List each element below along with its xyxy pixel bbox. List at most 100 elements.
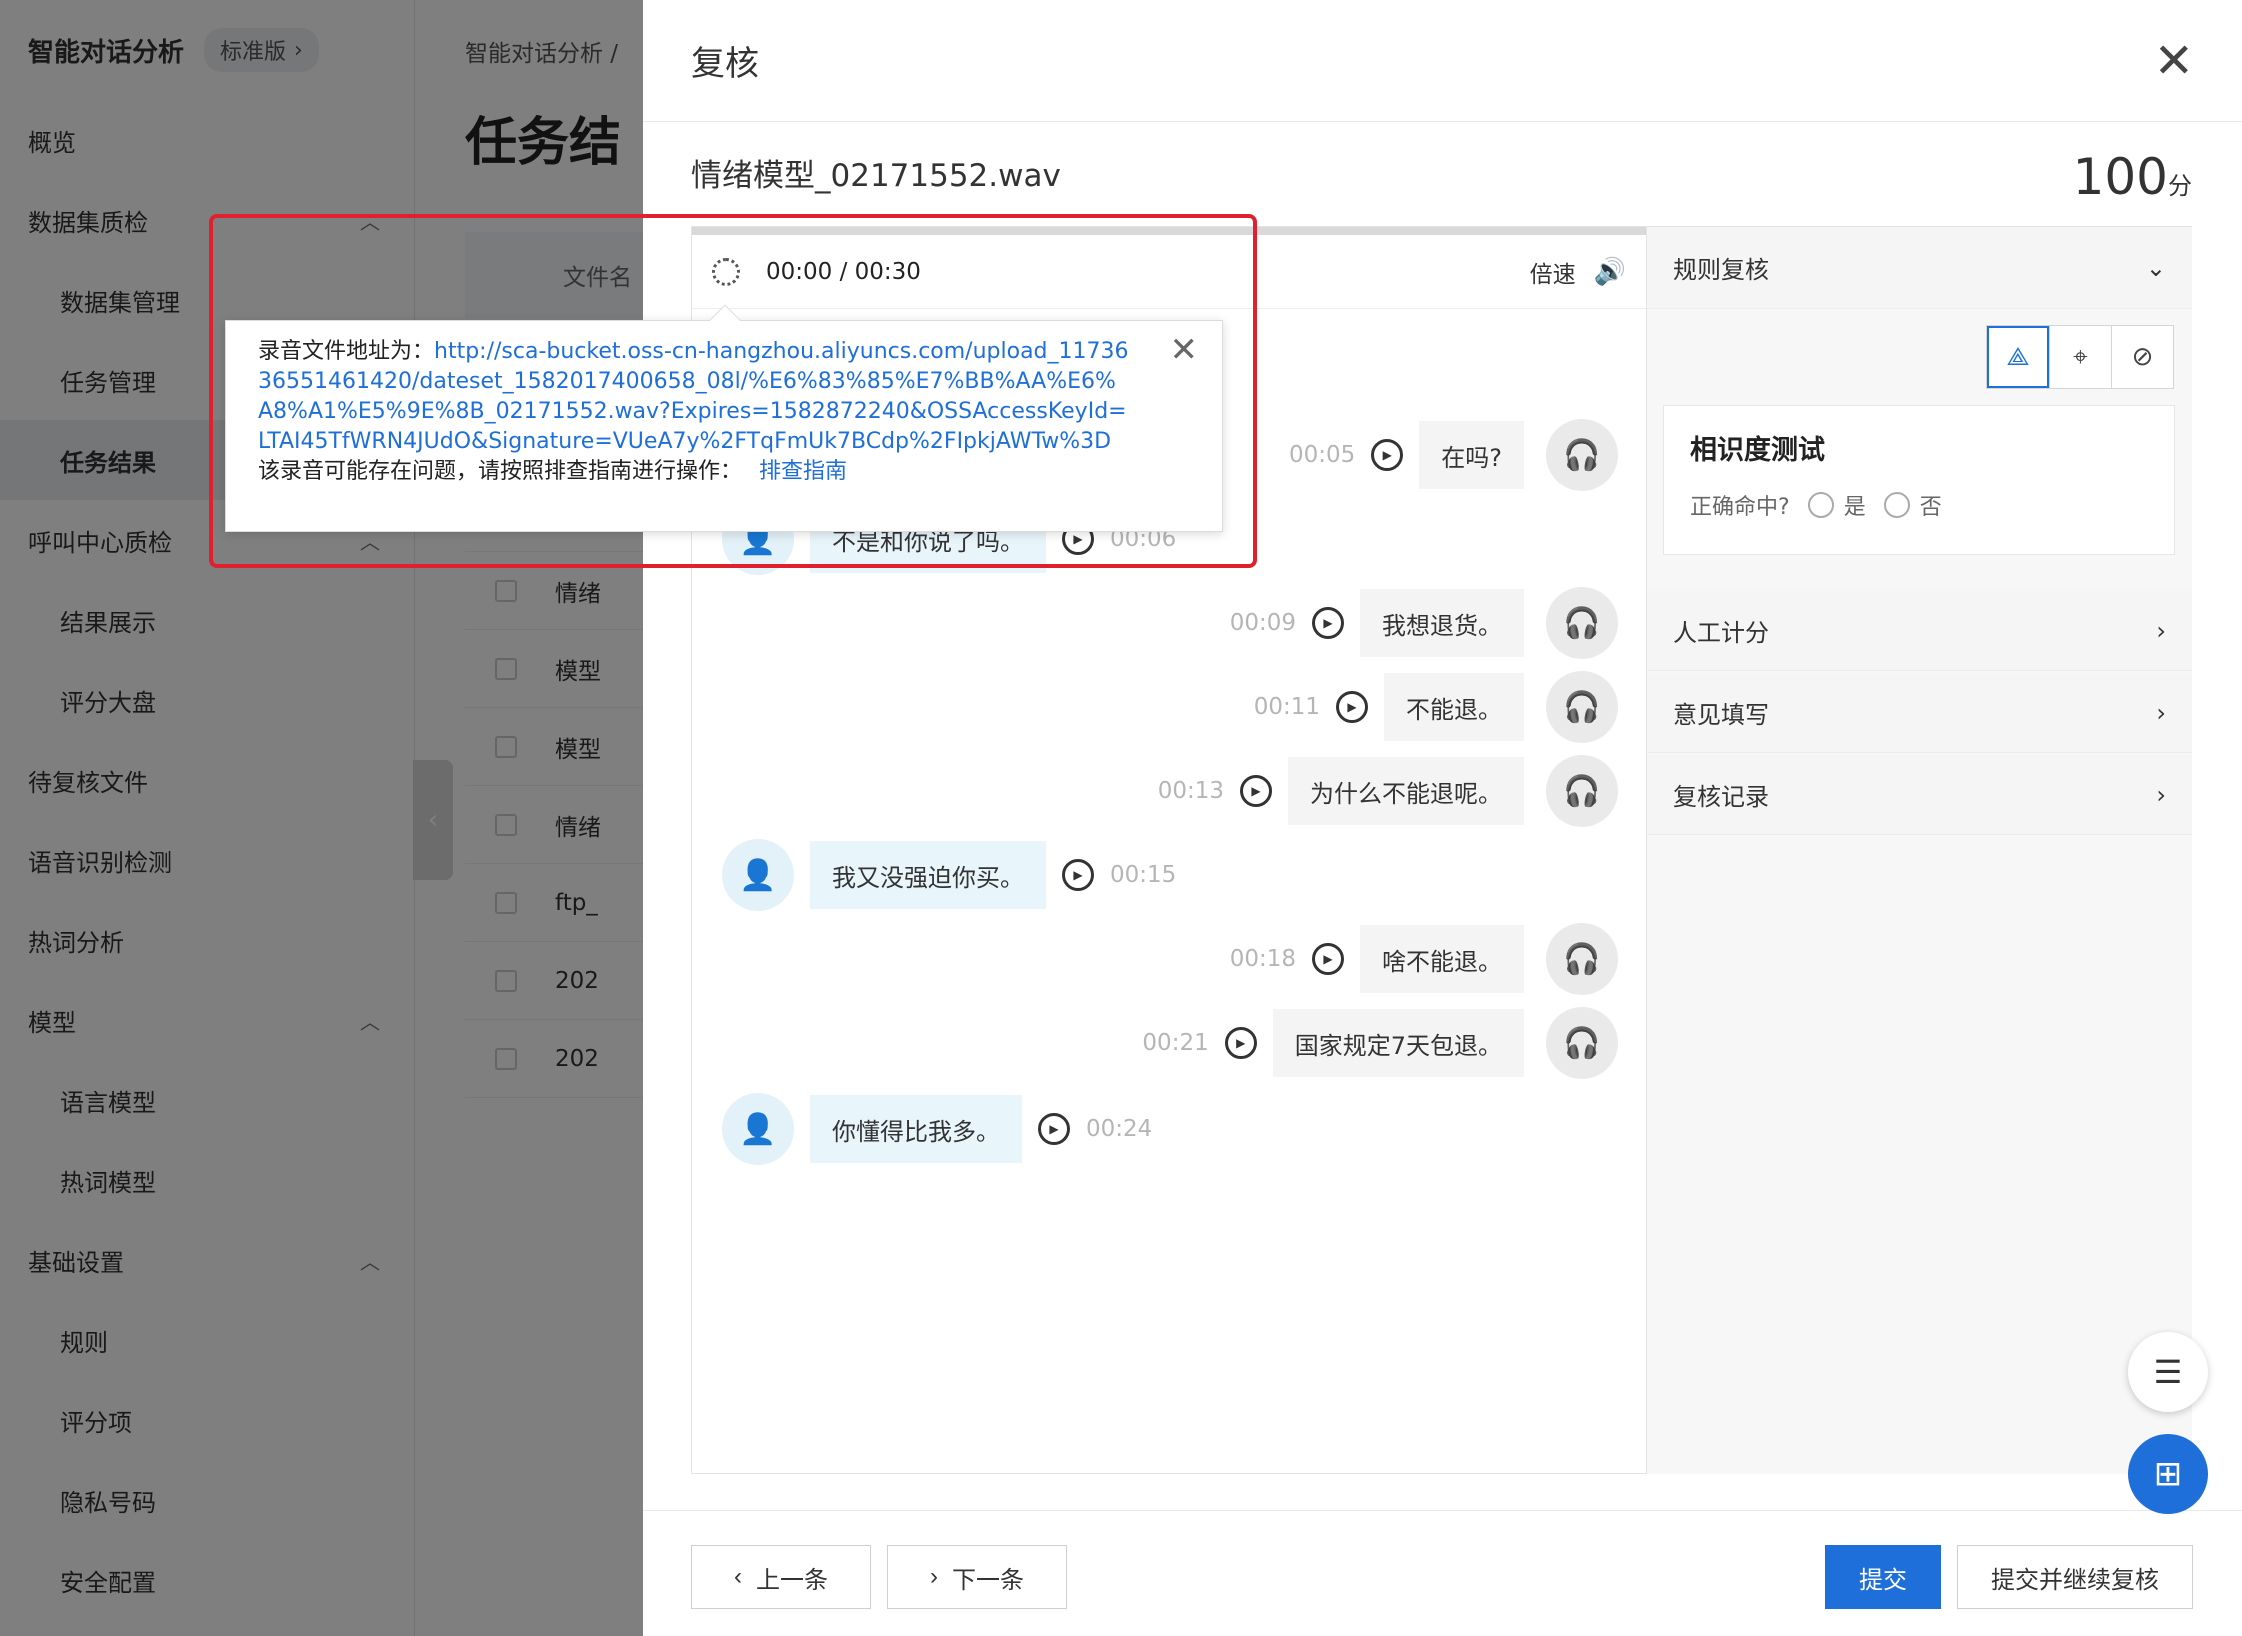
radio-circle[interactable]: [1883, 492, 1910, 518]
play-icon[interactable]: ▶: [1371, 439, 1404, 471]
history-label: 复核记录: [1673, 783, 1769, 811]
message-timestamp: 00:09: [1229, 610, 1296, 636]
prev-label: 上一条: [756, 1566, 828, 1594]
rule-name: 相识度测试: [1690, 435, 1825, 466]
play-icon[interactable]: ▶: [1240, 775, 1272, 807]
chat-message: 00:05 ▶ 在吗? 🎧: [1289, 419, 1618, 491]
message-timestamp: 00:15: [1110, 862, 1177, 888]
rule-toolbar: ⟁ ⌖ ⊘: [1986, 325, 2174, 389]
play-icon[interactable]: ▶: [1224, 1027, 1257, 1059]
radio-no-label: 否: [1919, 495, 1942, 520]
message-timestamp: 00:05: [1288, 442, 1356, 468]
message-timestamp: 00:24: [1086, 1116, 1153, 1142]
rule-card: 相识度测试 正确命中? 是 否: [1663, 405, 2175, 555]
audio-player: 00:00 / 00:30 倍速 🔊: [692, 235, 1646, 309]
drawer-title: 复核: [691, 44, 759, 84]
headset-icon: 🎧: [1546, 1007, 1618, 1079]
chat-message: 00:21 ▶ 国家规定7天包退。 🎧: [1142, 1007, 1618, 1079]
play-icon[interactable]: ▶: [1062, 859, 1094, 891]
hit-question-label: 正确命中?: [1690, 495, 1790, 520]
score-unit: 分: [2168, 172, 2192, 200]
radio-yes[interactable]: 是: [1807, 489, 1866, 521]
rule-review-label: 规则复核: [1673, 256, 1769, 284]
message-bubble: 国家规定7天包退。: [1272, 1009, 1524, 1077]
popup-body: 录音文件地址为：http://sca-bucket.oss-cn-hangzho…: [258, 337, 1190, 457]
chat-message: 00:13 ▶ 为什么不能退呢。 🎧: [1158, 755, 1618, 827]
message-timestamp: 00:13: [1157, 778, 1224, 804]
next-button[interactable]: › 下一条: [887, 1545, 1067, 1609]
manual-score-row[interactable]: 人工计分 ›: [1647, 591, 2192, 671]
audio-time: 00:00 / 00:30: [766, 258, 921, 285]
message-bubble: 我又没强迫你买。: [810, 841, 1046, 909]
chevron-down-icon: ⌄: [2145, 253, 2166, 282]
file-name: 情绪模型_02171552.wav: [691, 158, 1061, 194]
popup-note-line: 该录音可能存在问题，请按照排查指南进行操作： 排查指南: [258, 457, 1190, 487]
message-timestamp: 00:11: [1253, 694, 1320, 720]
message-timestamp: 00:21: [1142, 1030, 1209, 1056]
user-avatar-icon: 👤: [722, 839, 794, 911]
audio-url-popup: ✕ 录音文件地址为：http://sca-bucket.oss-cn-hangz…: [225, 304, 1223, 532]
rule-review-header[interactable]: 规则复核 ⌄: [1647, 227, 2192, 309]
hit-question: 正确命中? 是 否: [1690, 489, 2148, 521]
headset-icon: 🎧: [1546, 755, 1618, 827]
message-bubble: 啥不能退。: [1360, 925, 1524, 993]
submit-continue-button[interactable]: 提交并继续复核: [1957, 1545, 2193, 1609]
chat-message: 00:09 ▶ 我想退货。 🎧: [1230, 587, 1618, 659]
message-bubble: 你懂得比我多。: [810, 1095, 1022, 1163]
feedback-chat-icon[interactable]: ☰: [2128, 1332, 2208, 1412]
play-icon[interactable]: ▶: [1336, 691, 1368, 723]
user-avatar-icon: 👤: [722, 1093, 794, 1165]
chevron-right-icon: ›: [2156, 616, 2166, 645]
score-value: 100: [2072, 148, 2168, 206]
review-side-panel: 规则复核 ⌄ ⟁ ⌖ ⊘ 相识度测试 正确命中? 是 否 人工计分 › 意见填写 ›…: [1647, 226, 2192, 1474]
prev-button[interactable]: ‹ 上一条: [691, 1545, 871, 1609]
close-icon[interactable]: ✕: [1170, 333, 1199, 367]
drawer-footer: ‹ 上一条 › 下一条 提交 提交并继续复核: [643, 1510, 2242, 1636]
audio-progress[interactable]: [692, 227, 1646, 235]
review-drawer: 复核 ✕ 情绪模型_02171552.wav 100分 00:00 / 00:3…: [643, 0, 2242, 1636]
chat-message: 👤 我又没强迫你买。 ▶ 00:15: [722, 839, 1176, 911]
popup-note: 该录音可能存在问题，请按照排查指南进行操作：: [258, 459, 743, 484]
play-icon[interactable]: ▶: [1312, 943, 1344, 975]
radio-circle[interactable]: [1807, 492, 1834, 518]
message-bubble: 我想退货。: [1360, 589, 1524, 657]
chevron-right-icon: ›: [2156, 698, 2166, 727]
score: 100分: [2073, 148, 2192, 206]
drawer-header: 复核 ✕: [643, 0, 2242, 122]
radio-yes-label: 是: [1843, 495, 1866, 520]
play-icon[interactable]: ▶: [1038, 1113, 1070, 1145]
message-timestamp: 00:18: [1229, 946, 1296, 972]
volume-icon[interactable]: 🔊: [1594, 257, 1626, 287]
loading-spinner-icon: [712, 257, 740, 286]
popup-prefix: 录音文件地址为：: [258, 339, 435, 364]
troubleshoot-guide-link[interactable]: 排查指南: [759, 459, 847, 484]
history-row[interactable]: 复核记录 ›: [1647, 755, 2192, 835]
headset-icon: 🎧: [1546, 419, 1618, 491]
network-icon[interactable]: ⟁: [1987, 326, 2049, 388]
chevron-right-icon: ›: [2156, 780, 2166, 809]
headset-icon: 🎧: [1546, 671, 1618, 743]
chat-message: 00:11 ▶ 不能退。 🎧: [1254, 671, 1618, 743]
manual-score-label: 人工计分: [1673, 619, 1769, 647]
submit-button[interactable]: 提交: [1825, 1545, 1941, 1609]
play-icon[interactable]: ▶: [1312, 607, 1344, 639]
apps-grid-icon[interactable]: ⊞: [2128, 1434, 2208, 1514]
headset-icon: 🎧: [1546, 923, 1618, 995]
message-bubble: 不能退。: [1384, 673, 1524, 741]
message-bubble: 在吗?: [1419, 421, 1524, 489]
attachment-icon[interactable]: ⊘: [2111, 326, 2173, 388]
headset-icon: 🎧: [1546, 587, 1618, 659]
next-label: 下一条: [952, 1566, 1024, 1594]
chat-message: 00:18 ▶ 啥不能退。 🎧: [1230, 923, 1618, 995]
playback-speed[interactable]: 倍速: [1530, 255, 1576, 289]
message-bubble: 为什么不能退呢。: [1288, 757, 1524, 825]
chevron-right-icon: ›: [930, 1563, 938, 1590]
opinion-label: 意见填写: [1673, 701, 1769, 729]
chat-message: 👤 你懂得比我多。 ▶ 00:24: [722, 1093, 1152, 1165]
location-pin-icon[interactable]: ⌖: [2049, 326, 2111, 388]
radio-no[interactable]: 否: [1883, 489, 1942, 521]
close-icon[interactable]: ✕: [2154, 37, 2194, 85]
opinion-row[interactable]: 意见填写 ›: [1647, 673, 2192, 753]
chevron-left-icon: ‹: [734, 1563, 742, 1590]
modal-overlay[interactable]: [0, 0, 643, 1636]
